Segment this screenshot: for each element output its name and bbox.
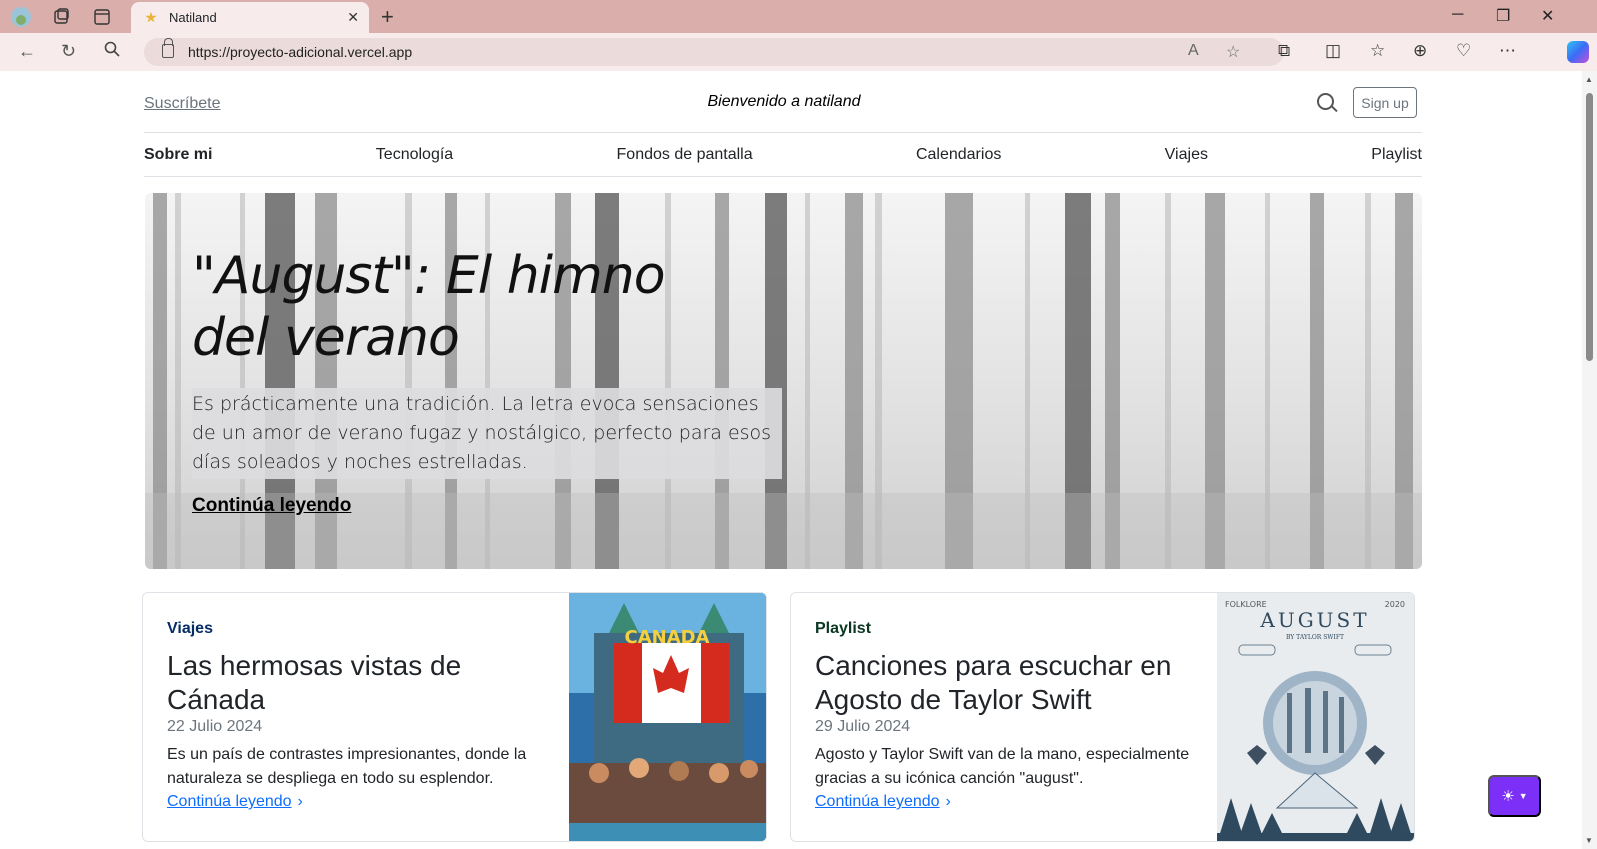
nav-item-tecnologia[interactable]: Tecnología [376,146,453,164]
theme-toggle-button[interactable]: ☀ ▼ [1488,775,1541,817]
page-viewport: Suscríbete Bienvenido a natiland Sign up… [4,71,1582,849]
close-window-icon[interactable]: ✕ [1541,6,1554,26]
close-tab-icon[interactable]: ✕ [347,9,359,26]
restore-icon[interactable]: ❐ [1496,6,1510,26]
browser-toolbar: ← ↻ https://proyecto-adicional.vercel.ap… [0,33,1597,71]
nav-item-calendarios[interactable]: Calendarios [916,146,1001,164]
collections-icon[interactable] [50,6,72,28]
address-bar[interactable]: https://proyecto-adicional.vercel.app A … [144,38,1284,66]
split-screen-icon[interactable]: ◫ [1325,41,1341,61]
scrollbar-thumb[interactable] [1586,93,1593,361]
card-title: Las hermosas vistas de Cánada [167,650,462,715]
url-text[interactable]: https://proyecto-adicional.vercel.app [188,44,412,60]
tab-bar: Natiland ✕ + ─ ❐ ✕ [0,0,1597,33]
poster-subtitle: BY TAYLOR SWIFT [1286,634,1344,641]
lock-icon[interactable] [162,38,174,58]
tab-title: Natiland [169,10,217,25]
minimize-icon[interactable]: ─ [1452,6,1463,24]
nav-item-sobre-mi[interactable]: Sobre mi [144,146,212,164]
canada-image: CANADA [569,593,766,841]
favorite-star-icon[interactable]: ☆ [1226,42,1240,62]
hero-text: Es prácticamente una tradición. La letra… [192,388,782,479]
profile-icon[interactable] [10,6,32,28]
read-aloud-icon[interactable]: A [1188,42,1199,60]
scroll-up-icon[interactable]: ▲ [1585,75,1593,84]
hero-continue-link[interactable]: Continúa leyendo [192,495,351,517]
chevron-right-icon: › [297,793,303,810]
card-continue-link[interactable]: Continúa leyendo › [167,793,303,811]
card-continue-link[interactable]: Continúa leyendo › [815,793,951,811]
scroll-down-icon[interactable]: ▼ [1585,836,1593,845]
site-brand[interactable]: Bienvenido a natiland [624,93,944,111]
nav-item-playlist[interactable]: Playlist [1371,146,1422,164]
card-date: 29 Julio 2024 [815,718,911,735]
search-icon[interactable] [1317,93,1334,110]
canada-image-label: CANADA [624,627,709,648]
refresh-icon[interactable]: ↻ [61,41,76,62]
extensions-icon[interactable]: ⧉ [1278,41,1290,61]
collections-toolbar-icon[interactable]: ⊕ [1413,41,1427,61]
more-menu-icon[interactable]: ⋯ [1499,41,1516,61]
poster-title: AUGUST [1259,608,1369,632]
card-description: Agosto y Taylor Swift van de la mano, es… [815,746,1190,787]
card-category: Playlist [815,620,872,637]
card-continue-label[interactable]: Continúa leyendo [167,793,292,810]
post-card-viajes: Viajes Las hermosas vistas de Cánada 22 … [142,592,767,842]
new-tab-icon[interactable]: + [381,4,394,30]
hero-title: "August": El himno del verano [192,246,666,368]
august-poster-image: FOLKLORE 2020 AUGUST BY TAYLOR SWIFT [1217,593,1414,841]
post-card-playlist: Playlist Canciones para escuchar en Agos… [790,592,1415,842]
nav-item-fondos[interactable]: Fondos de pantalla [617,146,753,164]
hero-banner: "August": El himno del verano Es práctic… [145,193,1422,569]
favorites-icon[interactable]: ☆ [1370,41,1385,61]
card-description: Es un país de contrastes impresionantes,… [167,746,527,787]
card-title: Canciones para escuchar en Agosto de Tay… [815,650,1172,715]
nav-item-viajes[interactable]: Viajes [1165,146,1208,164]
subscribe-link[interactable]: Suscríbete [144,95,220,113]
tab-natiland[interactable]: Natiland ✕ [131,2,369,33]
sun-icon: ☀ [1501,788,1515,805]
site-header: Suscríbete Bienvenido a natiland Sign up [144,85,1422,133]
back-icon[interactable]: ← [18,41,36,62]
signup-button[interactable]: Sign up [1353,87,1417,118]
card-date: 22 Julio 2024 [167,718,263,735]
chevron-right-icon: › [945,793,951,810]
card-continue-label[interactable]: Continúa leyendo [815,793,940,810]
site-favicon-icon [143,10,159,26]
tab-actions-icon[interactable] [91,6,113,28]
main-nav: Sobre mi Tecnología Fondos de pantalla C… [144,134,1422,177]
copilot-icon[interactable] [1567,41,1589,63]
caret-down-icon: ▼ [1518,791,1528,801]
search-browser-icon[interactable] [104,41,120,62]
browser-chrome: Natiland ✕ + ─ ❐ ✕ ← ↻ https://proyecto-… [0,0,1597,71]
poster-top-right: 2020 [1385,600,1405,609]
card-category: Viajes [167,620,213,637]
browser-essentials-icon[interactable]: ♡ [1456,41,1471,61]
page-scrollbar[interactable]: ▲ ▼ [1582,71,1597,849]
